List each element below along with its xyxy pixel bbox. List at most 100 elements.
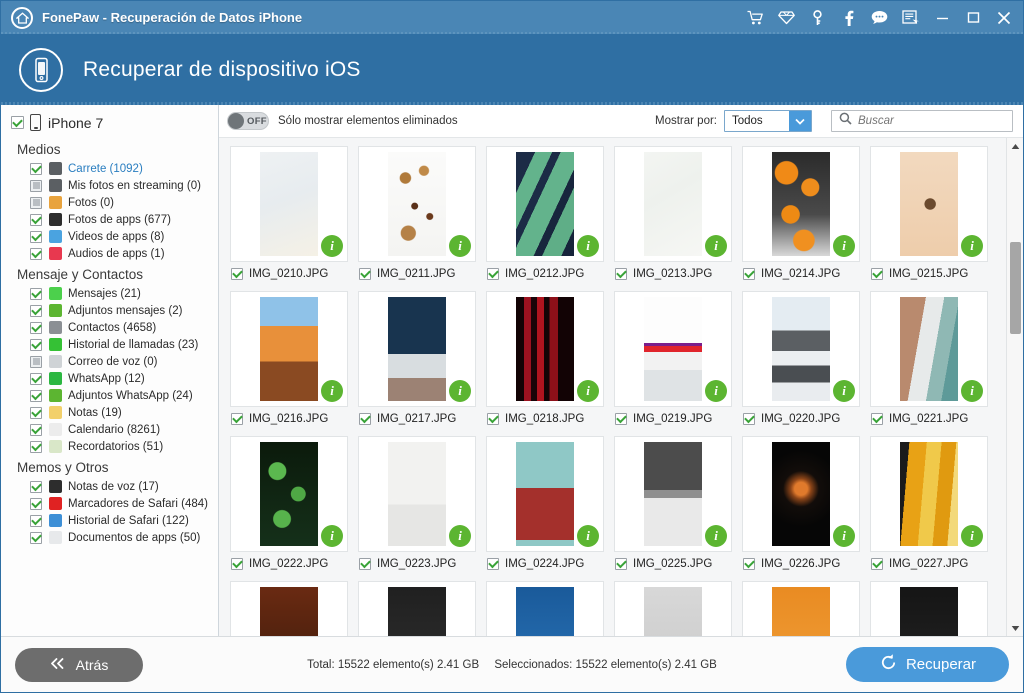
thumbnail-image[interactable]: i xyxy=(614,291,732,407)
info-icon[interactable]: i xyxy=(577,235,599,257)
thumbnail-image[interactable]: i xyxy=(870,436,988,552)
sidebar-item-checkbox[interactable] xyxy=(30,338,42,351)
scroll-down-icon[interactable] xyxy=(1007,620,1024,636)
scrollbar-thumb[interactable] xyxy=(1009,242,1021,334)
sidebar-item-checkbox[interactable] xyxy=(30,406,42,419)
thumbnail-image[interactable]: i xyxy=(486,436,604,552)
sidebar-item-checkbox[interactable] xyxy=(30,213,42,226)
info-icon[interactable]: i xyxy=(449,380,471,402)
filter-select[interactable]: Todos xyxy=(724,110,812,132)
scroll-up-icon[interactable] xyxy=(1007,138,1024,154)
vertical-scrollbar[interactable] xyxy=(1006,138,1023,636)
thumbnail-cell[interactable]: i IMG_0213.JPG xyxy=(609,146,737,280)
sidebar-item-fotos-0[interactable]: Fotos (0) xyxy=(1,194,218,211)
sidebar-item-videos-de-apps-8[interactable]: Videos de apps (8) xyxy=(1,228,218,245)
thumbnail-cell[interactable]: i IMG_0224.JPG xyxy=(481,436,609,570)
thumbnail-checkbox[interactable] xyxy=(871,413,883,425)
thumbnail-image[interactable]: i xyxy=(614,436,732,552)
sidebar-item-whatsapp-12[interactable]: WhatsApp (12) xyxy=(1,370,218,387)
thumbnail-image[interactable]: i xyxy=(614,581,732,636)
close-button[interactable] xyxy=(997,11,1011,25)
sidebar-item-mis-fotos-en-streaming-0[interactable]: Mis fotos en streaming (0) xyxy=(1,177,218,194)
sidebar-item-historial-de-llamadas-23[interactable]: Historial de llamadas (23) xyxy=(1,336,218,353)
chat-icon[interactable] xyxy=(871,9,888,26)
sidebar-item-checkbox[interactable] xyxy=(30,480,42,493)
sidebar-item-checkbox[interactable] xyxy=(30,247,42,260)
info-icon[interactable]: i xyxy=(577,380,599,402)
thumbnail-checkbox[interactable] xyxy=(615,268,627,280)
maximize-button[interactable] xyxy=(966,11,980,25)
thumbnail-cell[interactable]: i IMG_0215.JPG xyxy=(865,146,993,280)
thumbnail-cell[interactable]: i xyxy=(865,581,993,636)
thumbnail-image[interactable]: i xyxy=(230,581,348,636)
thumbnail-cell[interactable]: i IMG_0216.JPG xyxy=(225,291,353,425)
thumbnail-image[interactable]: i xyxy=(358,581,476,636)
sidebar-item-checkbox[interactable] xyxy=(30,372,42,385)
sidebar-item-audios-de-apps-1[interactable]: Audios de apps (1) xyxy=(1,245,218,262)
thumbnail-checkbox[interactable] xyxy=(615,558,627,570)
cart-icon[interactable] xyxy=(747,9,764,26)
scrollbar-track[interactable] xyxy=(1007,154,1024,620)
sidebar-item-calendario-8261[interactable]: Calendario (8261) xyxy=(1,421,218,438)
thumbnail-cell[interactable]: i IMG_0210.JPG xyxy=(225,146,353,280)
sidebar-item-checkbox[interactable] xyxy=(30,162,42,175)
thumbnail-image[interactable]: i xyxy=(230,436,348,552)
sidebar-item-checkbox[interactable] xyxy=(30,321,42,334)
info-icon[interactable]: i xyxy=(961,380,983,402)
info-icon[interactable]: i xyxy=(833,235,855,257)
sidebar-item-contactos-4658[interactable]: Contactos (4658) xyxy=(1,319,218,336)
home-icon[interactable] xyxy=(11,6,33,29)
back-button[interactable]: Atrás xyxy=(15,647,143,682)
recover-button[interactable]: Recuperar xyxy=(846,647,1009,682)
diamond-icon[interactable] xyxy=(778,9,795,26)
sidebar-item-checkbox[interactable] xyxy=(30,287,42,300)
sidebar-item-checkbox[interactable] xyxy=(30,304,42,317)
thumbnail-checkbox[interactable] xyxy=(743,558,755,570)
form-icon[interactable] xyxy=(902,9,919,26)
info-icon[interactable]: i xyxy=(321,525,343,547)
info-icon[interactable]: i xyxy=(705,380,727,402)
sidebar-item-fotos-de-apps-677[interactable]: Fotos de apps (677) xyxy=(1,211,218,228)
sidebar-item-checkbox[interactable] xyxy=(30,497,42,510)
sidebar-item-historial-de-safari-122[interactable]: Historial de Safari (122) xyxy=(1,512,218,529)
thumbnail-cell[interactable]: i IMG_0211.JPG xyxy=(353,146,481,280)
sidebar-item-checkbox[interactable] xyxy=(30,531,42,544)
thumbnail-checkbox[interactable] xyxy=(487,558,499,570)
thumbnail-checkbox[interactable] xyxy=(231,558,243,570)
search-input[interactable] xyxy=(858,115,1012,127)
info-icon[interactable]: i xyxy=(321,235,343,257)
device-checkbox[interactable] xyxy=(11,116,24,129)
thumbnail-checkbox[interactable] xyxy=(743,413,755,425)
thumbnail-checkbox[interactable] xyxy=(487,268,499,280)
sidebar-item-marcadores-de-safari-484[interactable]: Marcadores de Safari (484) xyxy=(1,495,218,512)
thumbnail-image[interactable]: i xyxy=(870,146,988,262)
thumbnail-checkbox[interactable] xyxy=(359,413,371,425)
thumbnail-image[interactable]: i xyxy=(742,291,860,407)
info-icon[interactable]: i xyxy=(449,525,471,547)
sidebar-item-carrete-1092[interactable]: Carrete (1092) xyxy=(1,160,218,177)
chevron-down-icon[interactable] xyxy=(789,111,811,131)
sidebar-item-notas-19[interactable]: Notas (19) xyxy=(1,404,218,421)
thumbnail-cell[interactable]: i xyxy=(609,581,737,636)
thumbnail-checkbox[interactable] xyxy=(231,268,243,280)
thumbnail-cell[interactable]: i IMG_0212.JPG xyxy=(481,146,609,280)
thumbnail-image[interactable]: i xyxy=(230,291,348,407)
thumbnail-cell[interactable]: i IMG_0214.JPG xyxy=(737,146,865,280)
info-icon[interactable]: i xyxy=(705,525,727,547)
info-icon[interactable]: i xyxy=(321,380,343,402)
thumbnail-image[interactable]: i xyxy=(742,581,860,636)
thumbnail-checkbox[interactable] xyxy=(359,268,371,280)
thumbnail-checkbox[interactable] xyxy=(871,268,883,280)
thumbnail-cell[interactable]: i IMG_0222.JPG xyxy=(225,436,353,570)
thumbnail-cell[interactable]: i IMG_0220.JPG xyxy=(737,291,865,425)
thumbnail-cell[interactable]: i xyxy=(737,581,865,636)
sidebar-device-row[interactable]: iPhone 7 xyxy=(1,112,218,137)
thumbnail-cell[interactable]: i IMG_0225.JPG xyxy=(609,436,737,570)
info-icon[interactable]: i xyxy=(833,525,855,547)
info-icon[interactable]: i xyxy=(833,380,855,402)
thumbnail-cell[interactable]: i xyxy=(481,581,609,636)
thumbnail-checkbox[interactable] xyxy=(871,558,883,570)
info-icon[interactable]: i xyxy=(577,525,599,547)
info-icon[interactable]: i xyxy=(961,525,983,547)
thumbnail-image[interactable]: i xyxy=(486,291,604,407)
